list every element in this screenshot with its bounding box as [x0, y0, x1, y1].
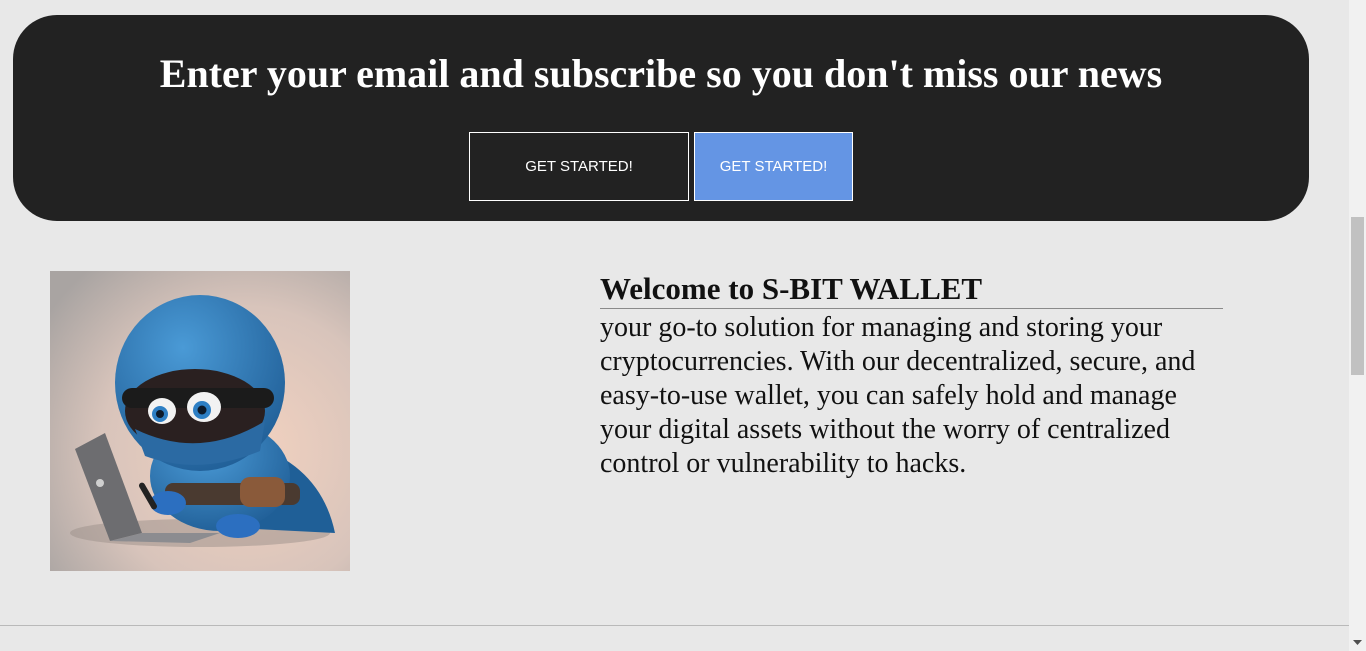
welcome-title: Welcome to S-BIT WALLET — [600, 272, 1223, 309]
subscribe-banner: Enter your email and subscribe so you do… — [13, 15, 1309, 221]
page: Enter your email and subscribe so you do… — [0, 0, 1366, 651]
welcome-description: your go-to solution for managing and sto… — [600, 312, 1196, 479]
subscribe-heading: Enter your email and subscribe so you do… — [159, 51, 1163, 96]
get-started-button[interactable]: GET STARTED! — [469, 132, 689, 201]
vertical-scrollbar[interactable] — [1349, 0, 1366, 651]
ninja-mascot-image — [50, 271, 350, 571]
section-divider — [0, 625, 1349, 626]
get-started-button-accent[interactable]: GET STARTED! — [694, 132, 853, 201]
scrollbar-thumb[interactable] — [1351, 217, 1364, 375]
viewport: Enter your email and subscribe so you do… — [0, 0, 1349, 651]
chevron-down-icon[interactable] — [1349, 634, 1366, 651]
